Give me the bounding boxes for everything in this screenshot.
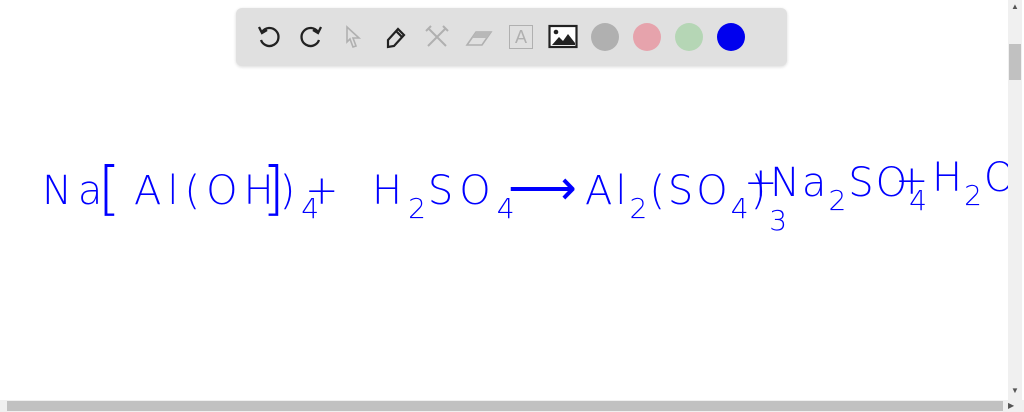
redo-button[interactable] (290, 16, 332, 58)
redo-icon (300, 26, 323, 48)
eq-aloh: Al(OH)4 (134, 168, 321, 225)
eraser-button[interactable] (458, 16, 500, 58)
color-pink[interactable] (626, 16, 668, 58)
eq-rbracket: ] (262, 154, 291, 222)
vertical-scrollbar[interactable]: ▲ ▼ (1008, 0, 1022, 400)
eq-text: H (372, 168, 409, 214)
pen-button[interactable] (374, 16, 416, 58)
horizontal-scrollbar[interactable]: ▶ (0, 400, 1024, 412)
color-swatch (591, 23, 619, 51)
eq-plus: + (305, 168, 345, 214)
color-green[interactable] (668, 16, 710, 58)
scroll-right-icon[interactable]: ▶ (1008, 401, 1014, 410)
image-button[interactable] (542, 16, 584, 58)
text-button[interactable]: A (500, 16, 542, 58)
eq-text: (SO (649, 168, 731, 214)
horizontal-scroll-thumb[interactable] (7, 401, 1003, 411)
vertical-scroll-thumb[interactable] (1009, 44, 1021, 80)
color-swatch (675, 23, 703, 51)
drawing-toolbar: A (236, 8, 787, 66)
color-gray[interactable] (584, 16, 626, 58)
pen-icon (386, 27, 406, 49)
undo-icon (257, 26, 280, 48)
color-swatch (717, 23, 745, 51)
tools-button[interactable] (416, 16, 458, 58)
color-blue[interactable] (710, 16, 752, 58)
eq-subscript: 2 (964, 179, 984, 212)
color-swatch (633, 23, 661, 51)
eq-arrow: ⟶ (508, 160, 583, 216)
eq-text: Na (770, 160, 829, 206)
undo-button[interactable] (248, 16, 290, 58)
eq-h2o: H2O (932, 155, 1017, 212)
eq-plus: + (895, 158, 935, 204)
text-icon: A (509, 25, 533, 49)
scroll-down-icon[interactable]: ▼ (1011, 386, 1019, 395)
eraser-icon (465, 31, 493, 46)
tools-icon (425, 25, 449, 47)
scroll-up-icon[interactable]: ▲ (1011, 2, 1019, 11)
select-button[interactable] (332, 16, 374, 58)
eq-subscript: 2 (408, 192, 428, 225)
eq-text: SO (427, 168, 497, 214)
image-icon (548, 24, 578, 49)
eq-text: H (932, 155, 965, 201)
eq-text: Al (585, 168, 630, 214)
select-arrow-icon (346, 25, 362, 49)
eq-lbracket: [ (98, 154, 127, 222)
eq-subscript: 2 (629, 192, 650, 225)
eq-subscript: 2 (828, 184, 849, 217)
eq-h2so4: H2SO4 (372, 168, 517, 225)
